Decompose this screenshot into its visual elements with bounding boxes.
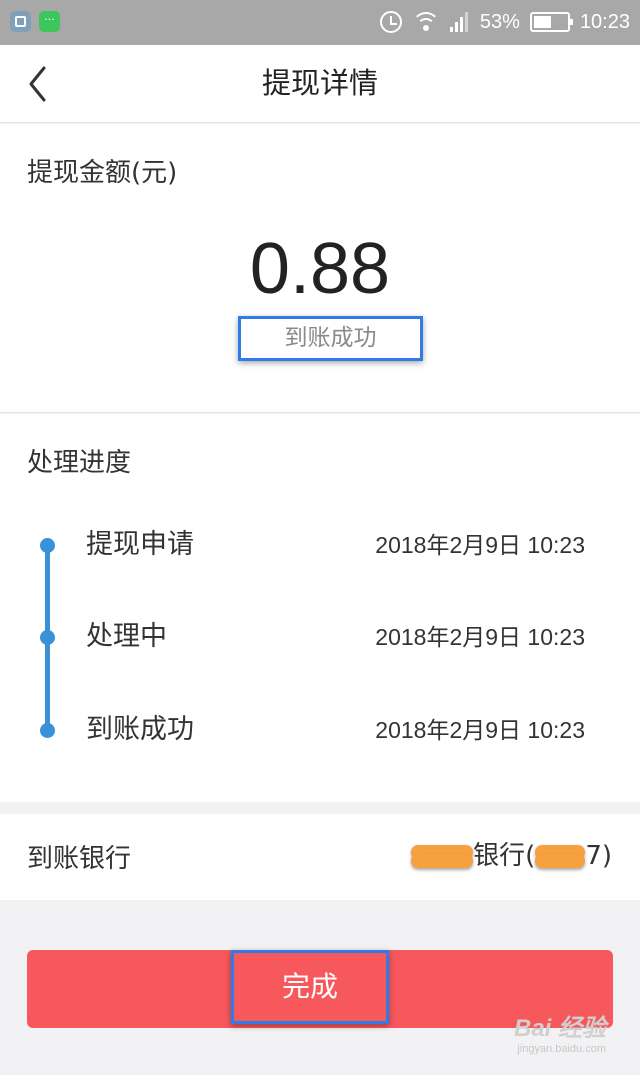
amount-card: 提现金额(元) 0.88 到账成功	[0, 124, 640, 413]
progress-title: 处理进度	[27, 448, 132, 478]
watermark-logo: Bai 经验	[513, 1015, 606, 1042]
redaction-mark	[411, 844, 474, 868]
step-label: 提现申请	[86, 529, 194, 560]
system-indicators: 53% 10:23	[379, 8, 630, 36]
amount-label: 提现金额(元)	[27, 158, 178, 188]
baidu-watermark: Bai 经验 jingyan.baidu.com	[514, 1008, 606, 1055]
alarm-icon	[379, 11, 402, 33]
step-time: 2018年2月9日 10:23	[375, 717, 585, 743]
amount-status: 到账成功	[238, 316, 423, 361]
step-time: 2018年2月9日 10:23	[375, 532, 585, 558]
message-icon	[39, 11, 60, 32]
done-button-label: 完成	[231, 950, 389, 1024]
amount-value: 0.88	[249, 229, 391, 309]
step-time: 2018年2月9日 10:23	[375, 624, 585, 650]
gallery-icon	[10, 11, 31, 32]
bank-label: 到账银行	[27, 844, 132, 874]
app-header: 提现详情	[0, 45, 640, 123]
signal-icon	[449, 12, 470, 32]
step-label: 处理中	[86, 621, 167, 652]
bank-name-text: 银行(	[473, 841, 536, 871]
bank-value: 银行( 7)	[411, 836, 612, 876]
clock: 10:23	[579, 10, 630, 33]
notification-icons	[10, 11, 60, 32]
bank-row: 到账银行 银行( 7)	[0, 814, 640, 900]
wifi-icon	[411, 11, 440, 33]
page-title: 提现详情	[261, 66, 378, 100]
battery-icon	[529, 12, 573, 32]
battery-percent: 53%	[479, 10, 520, 33]
battery-fill	[533, 16, 551, 28]
progress-card: 处理进度 提现申请 2018年2月9日 10:23 处理中 2018年2月9日 …	[0, 414, 640, 802]
timeline-dot	[40, 538, 55, 553]
watermark-url: jingyan.baidu.com	[517, 1043, 606, 1055]
status-bar: 53% 10:23	[0, 0, 640, 45]
step-label: 到账成功	[86, 714, 194, 745]
redaction-mark	[535, 844, 586, 868]
timeline-dot	[40, 630, 55, 645]
timeline-dot	[40, 723, 55, 738]
bank-card-suffix: 7)	[585, 841, 612, 871]
